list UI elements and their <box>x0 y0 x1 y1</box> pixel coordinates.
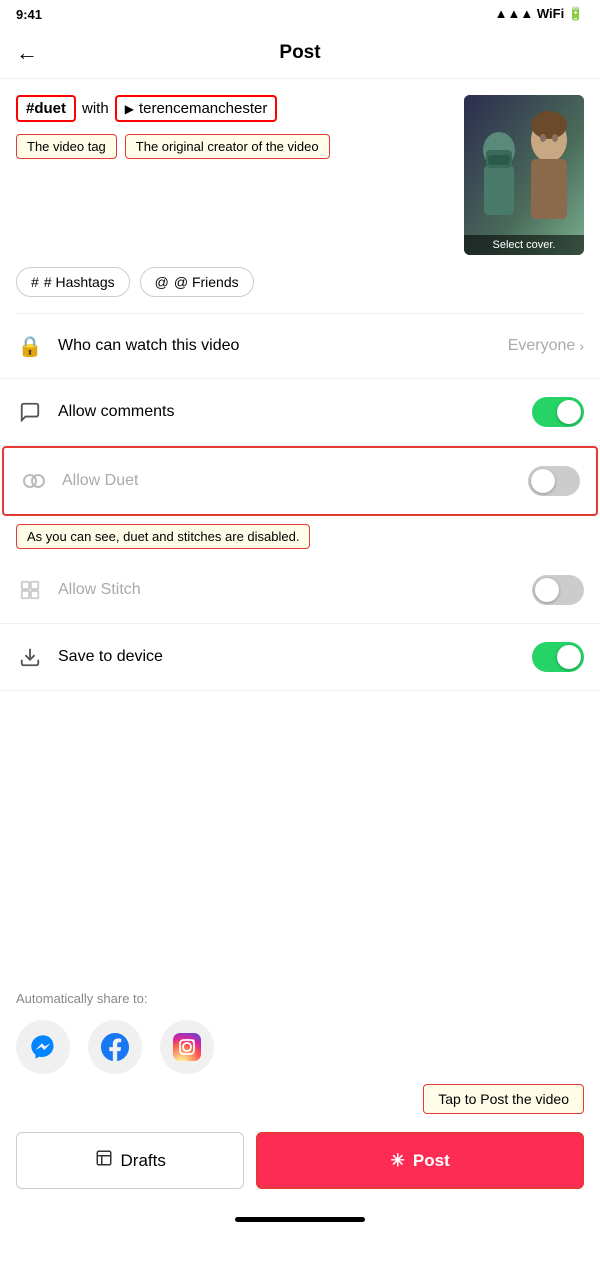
drafts-button[interactable]: Drafts <box>16 1132 244 1189</box>
status-bar: 9:41 ▲▲▲ WiFi 🔋 <box>0 0 600 28</box>
share-title: Automatically share to: <box>16 991 584 1006</box>
friends-label: @ Friends <box>174 274 239 290</box>
setting-allow-duet: Allow Duet <box>2 446 598 516</box>
who-can-watch-value: Everyone › <box>508 337 584 355</box>
select-cover-label[interactable]: Select cover. <box>464 235 584 255</box>
download-icon <box>16 643 44 671</box>
caption-text-area: #duet with ▶ terencemanchester The video… <box>16 95 454 159</box>
toggle-knob-save <box>557 645 581 669</box>
thumbnail-preview <box>464 95 584 255</box>
duet-annotation-wrapper: As you can see, duet and stitches are di… <box>0 516 600 557</box>
instagram-share-button[interactable] <box>160 1020 214 1074</box>
video-thumbnail[interactable]: Select cover. <box>464 95 584 255</box>
chevron-right-icon: › <box>579 338 584 354</box>
stitch-icon <box>16 576 44 604</box>
bottom-buttons: Drafts ✳ Post <box>0 1122 600 1209</box>
hashtag-icon: # <box>31 274 39 290</box>
header: ← Post <box>0 28 600 79</box>
drafts-label: Drafts <box>121 1151 166 1171</box>
allow-duet-label: Allow Duet <box>62 472 528 490</box>
caption-row: #duet with ▶ terencemanchester The video… <box>0 79 600 267</box>
video-tag-tooltip: The video tag <box>16 134 117 159</box>
duet-annotation-tooltip: As you can see, duet and stitches are di… <box>16 524 310 549</box>
friends-button[interactable]: @ @ Friends <box>140 267 254 297</box>
hashtag-row: # # Hashtags @ @ Friends <box>0 267 600 313</box>
allow-stitch-label: Allow Stitch <box>58 581 532 599</box>
post-button[interactable]: ✳ Post <box>256 1132 584 1189</box>
at-icon: @ <box>155 274 169 290</box>
back-button[interactable]: ← <box>16 40 38 66</box>
allow-duet-toggle[interactable] <box>528 466 580 496</box>
thumbnail-svg <box>464 95 584 255</box>
setting-allow-stitch: Allow Stitch <box>0 557 600 624</box>
toggle-knob <box>557 400 581 424</box>
hashtags-button[interactable]: # # Hashtags <box>16 267 130 297</box>
share-section: Automatically share to: <box>0 971 600 1084</box>
duet-icon <box>20 467 48 495</box>
creator-name: terencemanchester <box>139 100 267 117</box>
toggle-knob-duet <box>531 469 555 493</box>
setting-allow-comments: Allow comments <box>0 379 600 446</box>
facebook-share-button[interactable] <box>88 1020 142 1074</box>
spacer <box>0 691 600 971</box>
status-icons: ▲▲▲ WiFi 🔋 <box>495 6 584 22</box>
creator-box[interactable]: ▶ terencemanchester <box>115 95 278 122</box>
with-text: with <box>82 100 109 117</box>
setting-save-to-device: Save to device <box>0 624 600 691</box>
instagram-icon <box>173 1033 201 1061</box>
home-indicator <box>235 1217 365 1222</box>
page-title: Post <box>279 42 320 64</box>
facebook-icon <box>101 1033 129 1061</box>
save-to-device-label: Save to device <box>58 648 532 666</box>
messenger-share-button[interactable] <box>16 1020 70 1074</box>
post-sparkle-icon: ✳ <box>391 1151 405 1171</box>
share-icons-row <box>16 1020 584 1074</box>
drafts-icon <box>95 1149 113 1172</box>
hashtags-label: # Hashtags <box>44 274 115 290</box>
toggle-knob-stitch <box>535 578 559 602</box>
comment-icon <box>16 398 44 426</box>
video-tag-box[interactable]: #duet <box>16 95 76 122</box>
post-tooltip: Tap to Post the video <box>423 1084 584 1114</box>
play-icon: ▶ <box>125 102 134 116</box>
setting-who-can-watch[interactable]: 🔒 Who can watch this video Everyone › <box>0 314 600 379</box>
save-to-device-toggle[interactable] <box>532 642 584 672</box>
post-label: Post <box>413 1151 450 1171</box>
post-tooltip-wrapper: Tap to Post the video <box>0 1084 600 1114</box>
everyone-text: Everyone <box>508 337 576 355</box>
status-time: 9:41 <box>16 7 42 22</box>
allow-comments-toggle[interactable] <box>532 397 584 427</box>
who-can-watch-label: Who can watch this video <box>58 337 508 355</box>
lock-icon: 🔒 <box>16 332 44 360</box>
duet-line: #duet with ▶ terencemanchester <box>16 95 454 122</box>
allow-comments-label: Allow comments <box>58 403 532 421</box>
messenger-icon <box>29 1033 57 1061</box>
allow-stitch-toggle[interactable] <box>532 575 584 605</box>
creator-tooltip: The original creator of the video <box>125 134 330 159</box>
